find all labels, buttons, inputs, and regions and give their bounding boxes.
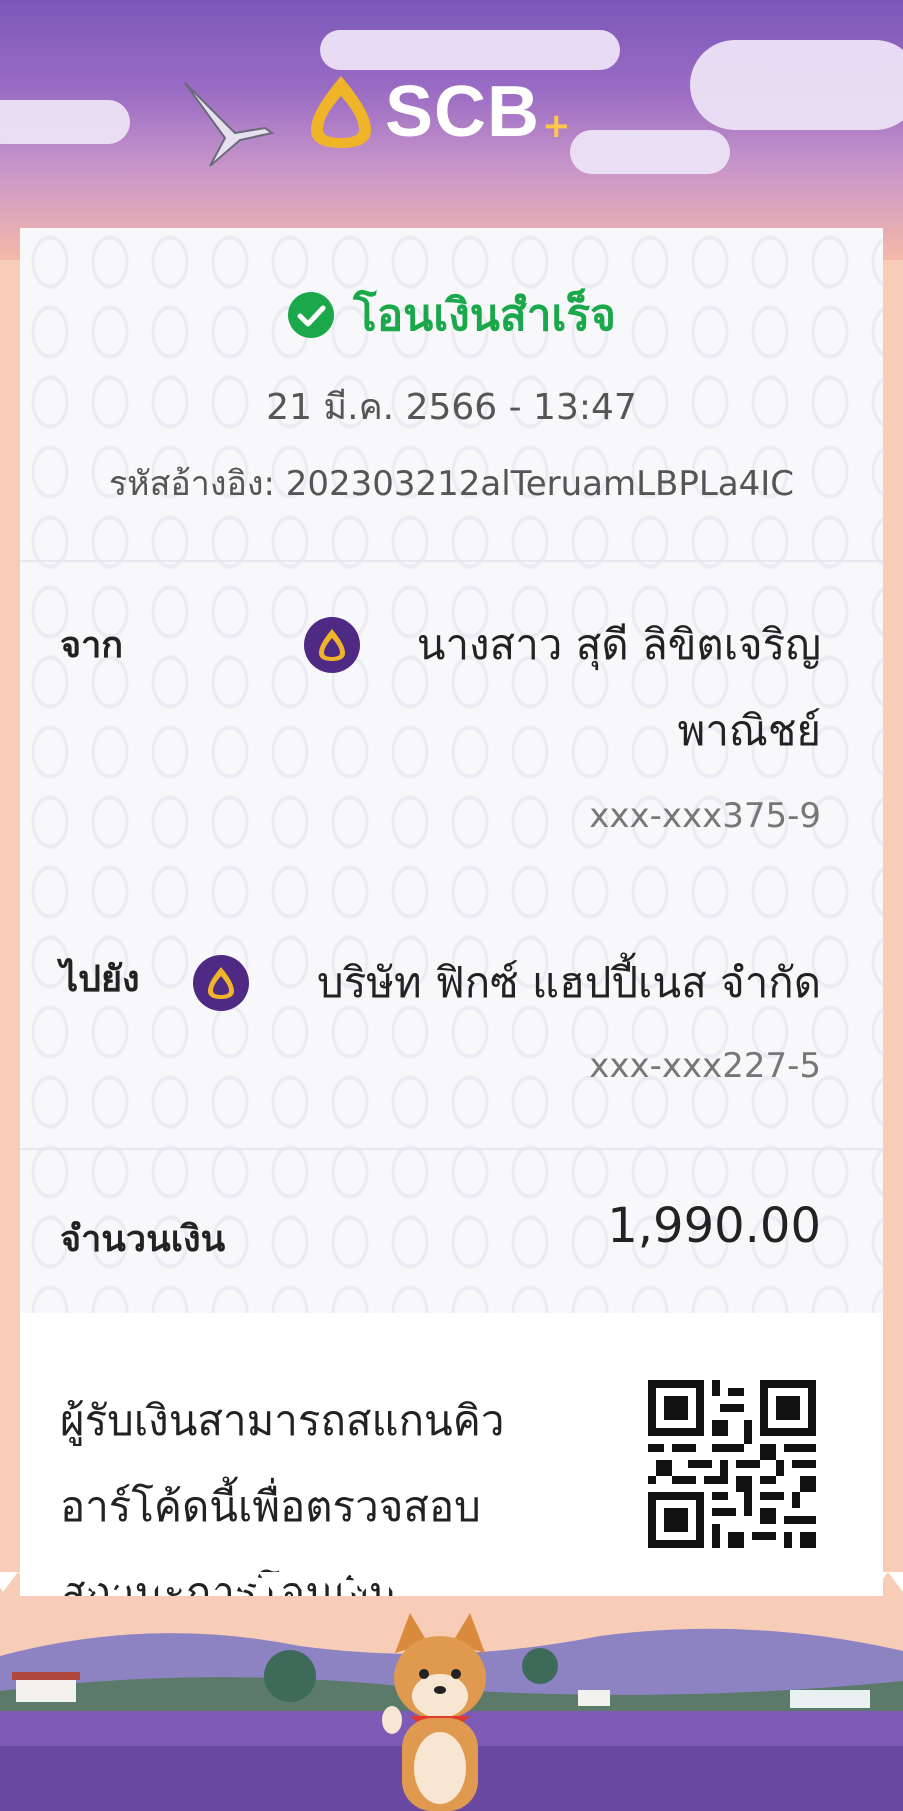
qr-code-icon[interactable] bbox=[648, 1380, 816, 1548]
from-name: นางสาว สุดี ลิขิตเจริญ พาณิชย์ bbox=[417, 602, 821, 774]
from-label: จาก bbox=[60, 625, 124, 666]
qr-verification-note: ผู้รับเงินสามารถสแกนคิว อาร์โค้ดนี้เพื่อ… bbox=[60, 1378, 620, 1598]
reference-number: รหัสอ้างอิง: 202303212alTeruamLBPLa4IC bbox=[108, 464, 795, 504]
amount-value: 1,990.00 bbox=[607, 1198, 821, 1254]
scb-bank-icon bbox=[193, 955, 249, 1011]
to-label: ไปยัง bbox=[60, 959, 140, 1000]
amount-label: จำนวนเงิน bbox=[60, 1219, 226, 1260]
bird-illustration bbox=[184, 82, 275, 167]
shiba-dog-illustration bbox=[382, 1613, 486, 1811]
transfer-datetime: 21 มี.ค. 2566 - 13:47 bbox=[266, 387, 637, 428]
qr-note-line1: ผู้รับเงินสามารถสแกนคิว bbox=[60, 1396, 505, 1445]
from-name-line2: พาณิชย์ bbox=[677, 706, 821, 755]
brand-plus: + bbox=[542, 106, 571, 146]
scb-logo: SCB + bbox=[305, 72, 571, 152]
cloud-decoration bbox=[320, 30, 620, 70]
brand-name: SCB bbox=[385, 72, 541, 152]
cloud-decoration bbox=[570, 130, 730, 174]
scb-bank-icon bbox=[304, 617, 360, 673]
status-header: โอนเงินสำเร็จ bbox=[20, 280, 883, 350]
transfer-receipt-card: โอนเงินสำเร็จ 21 มี.ค. 2566 - 13:47 รหัส… bbox=[20, 228, 883, 1598]
cloud-decoration bbox=[690, 40, 903, 130]
from-account: xxx-xxx375-9 bbox=[589, 796, 821, 836]
header-sky-banner: SCB + bbox=[0, 0, 903, 260]
qr-note-line2: อาร์โค้ดนี้เพื่อตรวจสอบ bbox=[60, 1482, 481, 1531]
check-circle-icon bbox=[288, 292, 335, 338]
divider bbox=[20, 560, 883, 562]
cloud-decoration bbox=[0, 100, 130, 144]
scb-logo-icon bbox=[311, 76, 371, 148]
to-name: บริษัท ฟิกซ์ แฮปปี้เนส จำกัด bbox=[317, 958, 821, 1007]
from-name-line1: นางสาว สุดี ลิขิตเจริญ bbox=[416, 620, 821, 669]
to-account: xxx-xxx227-5 bbox=[589, 1046, 821, 1086]
status-title: โอนเงินสำเร็จ bbox=[353, 290, 616, 341]
divider bbox=[20, 1148, 883, 1150]
